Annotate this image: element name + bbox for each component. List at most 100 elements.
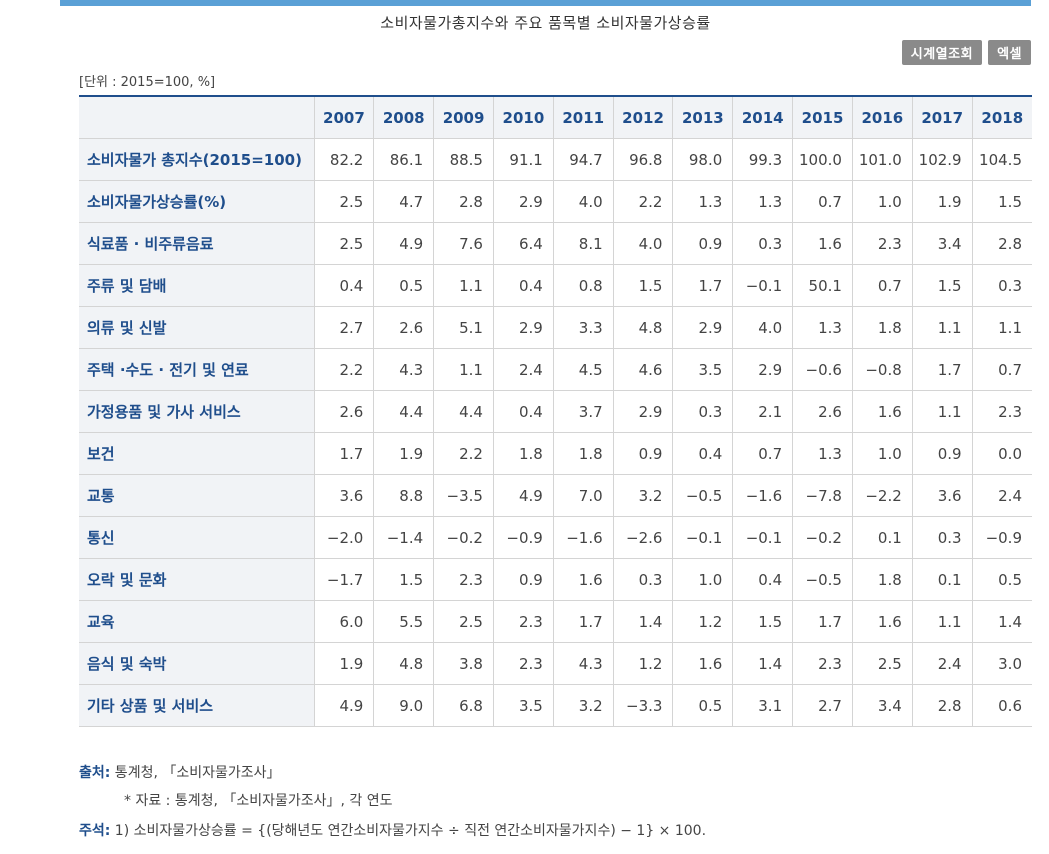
value-cell: 2.4 (493, 348, 554, 391)
value-cell: 1.8 (553, 432, 614, 475)
value-cell: 4.5 (553, 348, 614, 391)
value-cell: 6.4 (493, 222, 554, 265)
year-header: 2013 (672, 96, 734, 139)
value-cell: 1.9 (912, 180, 973, 223)
value-cell: 6.8 (433, 684, 494, 727)
value-cell: 0.8 (553, 264, 614, 307)
value-cell: 1.7 (912, 348, 973, 391)
value-cell: 50.1 (792, 264, 853, 307)
table-row: 기타 상품 및 서비스 4.9 9.0 6.8 3.5 3.2 −3.3 0.5 3.1 2.7 3… (79, 684, 1032, 727)
value-cell: 2.3 (792, 642, 853, 685)
timeseries-button[interactable]: 시계열조회 (901, 40, 983, 65)
value-cell: 4.8 (613, 306, 674, 349)
value-cell: 4.7 (373, 180, 435, 223)
year-header: 2015 (792, 96, 853, 139)
value-cell: 2.8 (972, 222, 1032, 265)
value-cell: 0.9 (912, 432, 973, 475)
page-title: 소비자물가총지수와 주요 품목별 소비자물가상승률 (380, 14, 711, 32)
table-row: 소비자물가 총지수(2015=100) 82.2 86.1 88.5 91.1 94.7 9… (79, 138, 1032, 181)
row-label: 가정용품 및 가사 서비스 (79, 390, 315, 433)
unit-label: [단위 : 2015=100, %] (79, 75, 216, 90)
table-row: 보건 1.7 1.9 2.2 1.8 1.8 0.9 0.4 0.7 1.3 1.0 0.9 0.0 (79, 432, 1032, 475)
value-cell: 1.9 (373, 432, 435, 475)
value-cell: 0.4 (493, 390, 554, 433)
row-label: 주택 ·수도 · 전기 및 연료 (79, 348, 315, 391)
row-label: 식료품 · 비주류음료 (79, 222, 315, 265)
value-cell: 0.5 (972, 558, 1032, 601)
value-cell: 2.2 (314, 348, 375, 391)
value-cell: 3.6 (912, 474, 973, 517)
value-cell: −0.1 (732, 516, 794, 559)
value-cell: 2.9 (672, 306, 734, 349)
excel-button[interactable]: 엑셀 (988, 40, 1031, 65)
value-cell: 0.6 (972, 684, 1032, 727)
value-cell: 4.0 (732, 306, 794, 349)
year-header: 2010 (493, 96, 554, 139)
value-cell: 4.6 (613, 348, 674, 391)
year-header: 2007 (314, 96, 375, 139)
value-cell: −2.0 (314, 516, 375, 559)
value-cell: 1.7 (553, 600, 614, 643)
value-cell: 1.0 (672, 558, 734, 601)
table-body: 소비자물가 총지수(2015=100) 82.2 86.1 88.5 91.1 94.7 9… (79, 138, 1032, 727)
table-row: 통신 −2.0 −1.4 −0.2 −0.9 −1.6 −2.6 −0.1 −0.1 −0.2 0.… (79, 516, 1032, 559)
value-cell: 98.0 (672, 138, 734, 181)
value-cell: 94.7 (553, 138, 614, 181)
value-cell: 102.9 (912, 138, 973, 181)
value-cell: 1.1 (912, 600, 973, 643)
value-cell: −0.6 (792, 348, 853, 391)
value-cell: 3.8 (433, 642, 494, 685)
row-label: 음식 및 숙박 (79, 642, 315, 685)
year-header: 2018 (972, 96, 1032, 139)
value-cell: 2.6 (792, 390, 853, 433)
source-line: 출처: 통계청, 「소비자물가조사」 (79, 762, 281, 782)
table-row: 식료품 · 비주류음료 2.5 4.9 7.6 6.4 8.1 4.0 0.9 0.3 1.6 2.… (79, 222, 1032, 265)
table-row: 주택 ·수도 · 전기 및 연료 2.2 4.3 1.1 2.4 4.5 4.6 3.5 2.9… (79, 348, 1032, 391)
value-cell: 0.9 (672, 222, 734, 265)
value-cell: 9.0 (373, 684, 435, 727)
value-cell: 3.0 (972, 642, 1032, 685)
value-cell: −0.1 (732, 264, 794, 307)
value-cell: 2.9 (613, 390, 674, 433)
value-cell: 91.1 (493, 138, 554, 181)
value-cell: 4.9 (493, 474, 554, 517)
value-cell: −0.9 (972, 516, 1032, 559)
value-cell: 96.8 (613, 138, 674, 181)
value-cell: 7.6 (433, 222, 494, 265)
value-cell: 0.3 (613, 558, 674, 601)
source-text: 통계청, 「소비자물가조사」 (110, 765, 281, 781)
value-cell: 2.2 (433, 432, 494, 475)
row-label: 의류 및 신발 (79, 306, 315, 349)
value-cell: 8.8 (373, 474, 435, 517)
value-cell: 99.3 (732, 138, 794, 181)
value-cell: 2.3 (493, 642, 554, 685)
value-cell: 5.1 (433, 306, 494, 349)
value-cell: 1.8 (852, 558, 913, 601)
value-cell: 0.3 (732, 222, 794, 265)
value-cell: −3.3 (613, 684, 674, 727)
row-label: 소비자물가상승률(%) (79, 180, 315, 223)
value-cell: 4.0 (613, 222, 674, 265)
value-cell: 3.4 (912, 222, 973, 265)
value-cell: 1.3 (672, 180, 734, 223)
value-cell: 2.3 (433, 558, 494, 601)
year-header: 2017 (912, 96, 973, 139)
value-cell: 8.1 (553, 222, 614, 265)
value-cell: 0.7 (972, 348, 1032, 391)
value-cell: 1.5 (972, 180, 1032, 223)
value-cell: 3.2 (613, 474, 674, 517)
value-cell: 1.9 (314, 642, 375, 685)
value-cell: 4.3 (373, 348, 435, 391)
value-cell: −0.1 (672, 516, 734, 559)
value-cell: 3.7 (553, 390, 614, 433)
note-line: 주석: 1) 소비자물가상승률 = {(당해년도 연간소비자물가지수 ÷ 직전 … (79, 820, 706, 840)
value-cell: 1.6 (553, 558, 614, 601)
value-cell: 3.6 (314, 474, 375, 517)
year-header: 2014 (732, 96, 794, 139)
value-cell: 0.9 (493, 558, 554, 601)
value-cell: 2.7 (314, 306, 375, 349)
value-cell: 0.3 (972, 264, 1032, 307)
table-row: 교통 3.6 8.8 −3.5 4.9 7.0 3.2 −0.5 −1.6 −7.8 −2.2 3.6… (79, 474, 1032, 517)
value-cell: −1.6 (553, 516, 614, 559)
value-cell: 1.1 (912, 390, 973, 433)
